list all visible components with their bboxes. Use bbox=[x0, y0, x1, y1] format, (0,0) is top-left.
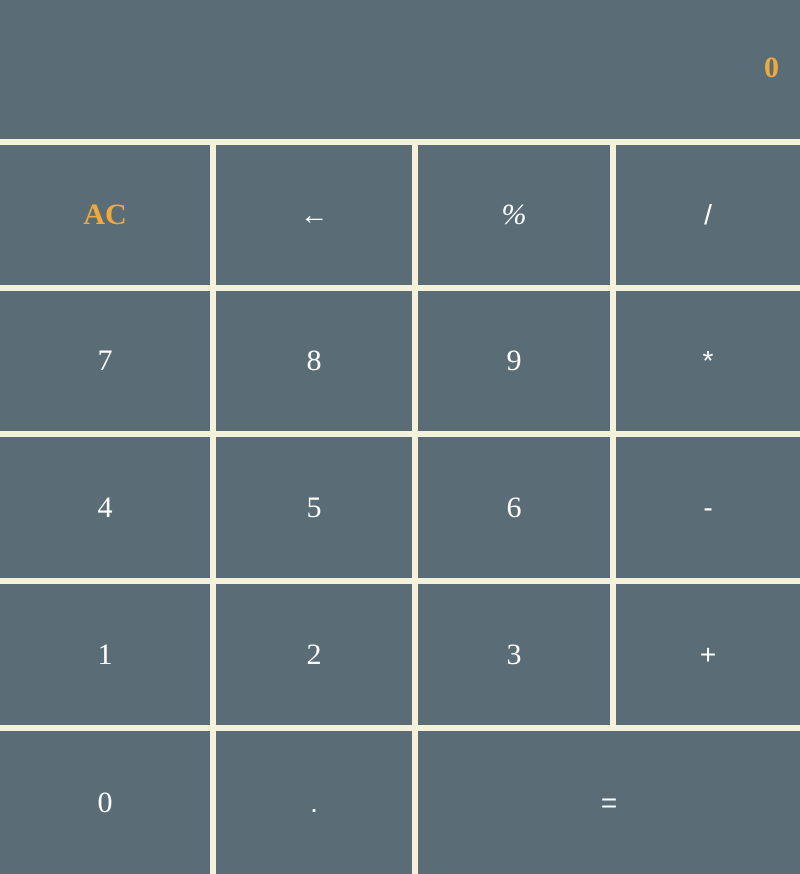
add-label: + bbox=[699, 638, 717, 670]
digit-0-button[interactable]: 0 bbox=[0, 731, 210, 874]
digit-4-label: 4 bbox=[97, 490, 113, 524]
divide-button[interactable]: / bbox=[616, 145, 800, 285]
clear-label: AC bbox=[83, 198, 127, 231]
digit-2-button[interactable]: 2 bbox=[216, 584, 412, 725]
equals-button[interactable]: = bbox=[418, 731, 800, 874]
digit-8-button[interactable]: 8 bbox=[216, 291, 412, 431]
digit-2-label: 2 bbox=[306, 637, 322, 671]
decimal-button[interactable]: . bbox=[216, 731, 412, 874]
percent-label: % bbox=[501, 198, 527, 231]
digit-5-button[interactable]: 5 bbox=[216, 437, 412, 578]
percent-button[interactable]: % bbox=[418, 145, 610, 285]
digit-1-button[interactable]: 1 bbox=[0, 584, 210, 725]
digit-6-button[interactable]: 6 bbox=[418, 437, 610, 578]
digit-1-label: 1 bbox=[97, 637, 113, 671]
display-value: 0 bbox=[764, 51, 779, 84]
multiply-label: * bbox=[702, 345, 714, 376]
digit-7-button[interactable]: 7 bbox=[0, 291, 210, 431]
display-panel: 0 bbox=[0, 0, 800, 139]
backspace-arrow-icon: ← bbox=[300, 199, 328, 230]
digit-5-label: 5 bbox=[306, 490, 322, 524]
backspace-button[interactable]: ← bbox=[216, 145, 412, 285]
digit-3-button[interactable]: 3 bbox=[418, 584, 610, 725]
digit-3-label: 3 bbox=[506, 637, 522, 671]
calculator: 0 AC ← % / 7 8 9 * 4 5 6 - 1 2 3 + 0 . = bbox=[0, 0, 800, 874]
add-button[interactable]: + bbox=[616, 584, 800, 725]
digit-8-label: 8 bbox=[306, 344, 322, 377]
digit-0-label: 0 bbox=[97, 785, 113, 819]
digit-4-button[interactable]: 4 bbox=[0, 437, 210, 578]
digit-7-label: 7 bbox=[97, 344, 113, 377]
subtract-button[interactable]: - bbox=[616, 437, 800, 578]
divide-label: / bbox=[704, 199, 712, 230]
decimal-label: . bbox=[310, 786, 318, 818]
digit-9-button[interactable]: 9 bbox=[418, 291, 610, 431]
equals-label: = bbox=[600, 786, 618, 818]
clear-button[interactable]: AC bbox=[0, 145, 210, 285]
multiply-button[interactable]: * bbox=[616, 291, 800, 431]
digit-6-label: 6 bbox=[506, 490, 522, 524]
subtract-label: - bbox=[703, 491, 713, 523]
digit-9-label: 9 bbox=[506, 344, 522, 377]
